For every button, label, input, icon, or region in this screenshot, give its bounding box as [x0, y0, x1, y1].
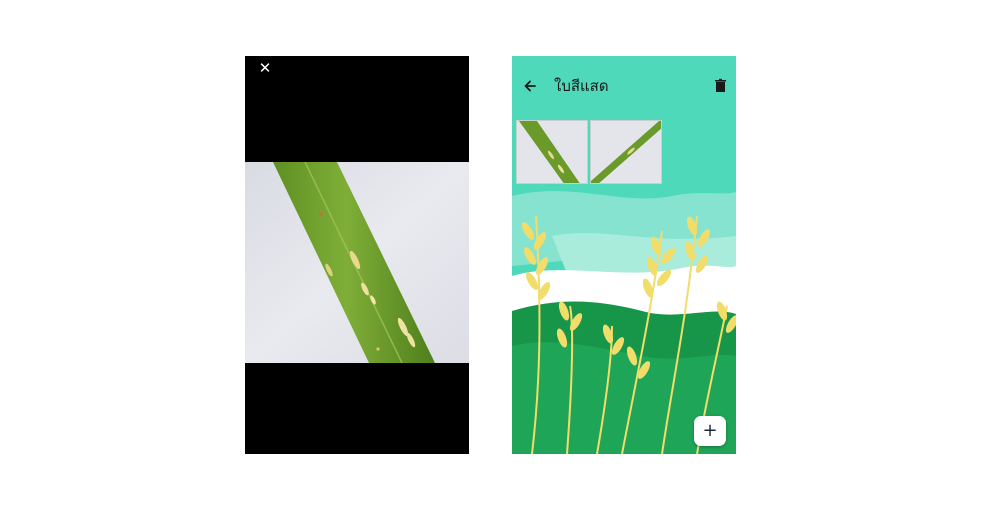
app-bar: ใบสีแสด	[512, 56, 736, 116]
page-title: ใบสีแสด	[554, 77, 609, 95]
plus-icon: +	[702, 420, 718, 441]
photo-thumbnails	[516, 120, 662, 184]
close-icon: ✕	[258, 59, 272, 77]
photo-viewer-screen: ✕	[245, 56, 469, 454]
photo-thumbnail[interactable]	[516, 120, 588, 184]
trash-icon[interactable]	[712, 77, 730, 95]
photo-thumbnail[interactable]	[590, 120, 662, 184]
leaf-photo[interactable]	[245, 162, 469, 363]
arrow-back-icon[interactable]	[520, 76, 540, 96]
add-photo-button[interactable]: +	[694, 416, 726, 446]
close-button[interactable]: ✕	[255, 58, 275, 78]
album-screen: ใบสีแสด +	[512, 56, 736, 454]
